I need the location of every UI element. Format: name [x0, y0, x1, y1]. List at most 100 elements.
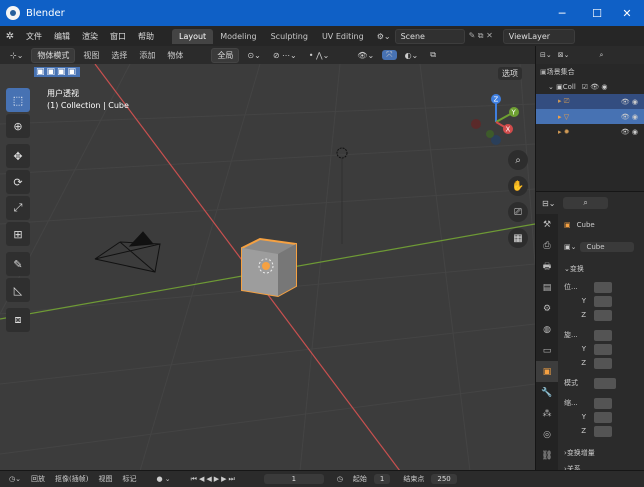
- location-y-field[interactable]: [594, 295, 612, 307]
- rotate-tool[interactable]: ⟳: [6, 170, 30, 194]
- cube-object[interactable]: [241, 237, 297, 298]
- collection-tab-icon[interactable]: ▭: [536, 340, 558, 361]
- location-z-field[interactable]: [594, 309, 612, 321]
- menu-help[interactable]: 帮助: [132, 31, 160, 42]
- add-cube-tool[interactable]: ⧈: [6, 308, 30, 332]
- modifier-tab-icon[interactable]: 🔧: [536, 382, 558, 403]
- gizmo-toggle-icon[interactable]: ⤧: [382, 50, 397, 60]
- proportional-edit-icon[interactable]: • ⋀⌄: [305, 51, 334, 60]
- playback-controls[interactable]: ⏮◀◀▶▶⏭: [188, 475, 240, 484]
- minimize-button[interactable]: ─: [545, 0, 579, 26]
- outliner-editor-icon[interactable]: ⊟⌄: [540, 51, 552, 59]
- light-visibility-icon[interactable]: 👁 ◉: [621, 128, 638, 136]
- playback-menu[interactable]: 回放: [28, 474, 48, 484]
- scene-tab-icon[interactable]: ⚙: [536, 298, 558, 319]
- rotation-x-field[interactable]: [594, 329, 612, 341]
- blender-menu-icon[interactable]: ✲: [0, 31, 20, 42]
- horizontal-separator[interactable]: [536, 191, 644, 192]
- view-layer-selector[interactable]: ViewLayer: [502, 28, 575, 44]
- snap-icon[interactable]: ⊘ ⋯⌄: [269, 51, 301, 60]
- menu-window[interactable]: 窗口: [104, 31, 132, 42]
- overlay-icon[interactable]: ◐⌄: [401, 51, 423, 60]
- rotation-y-field[interactable]: [594, 343, 612, 355]
- marker-menu[interactable]: 标记: [119, 474, 139, 484]
- menu-render[interactable]: 渲染: [76, 31, 104, 42]
- clock-icon[interactable]: ◷: [334, 475, 346, 483]
- timeline-view-menu[interactable]: 视图: [95, 474, 115, 484]
- output-tab-icon[interactable]: 🖶: [536, 256, 558, 277]
- scale-y-field[interactable]: [594, 411, 612, 423]
- camera-view-icon[interactable]: ⎚: [508, 202, 528, 222]
- menu-view[interactable]: 视图: [79, 50, 103, 61]
- cursor-tool[interactable]: ⊕: [6, 114, 30, 138]
- navigation-gizmo[interactable]: Z Y X: [466, 92, 526, 152]
- scene-icon[interactable]: ⚙⌄: [377, 32, 391, 41]
- tab-uv-editing[interactable]: UV Editing: [315, 29, 371, 44]
- perspective-grid-icon[interactable]: ▦: [508, 228, 528, 248]
- visibility-icon[interactable]: 👁⌄: [353, 51, 378, 60]
- outliner-collection[interactable]: ⌄ ▣ Coll ☑ 👁 ◉: [536, 79, 644, 94]
- object-name-field[interactable]: Cube: [580, 242, 635, 252]
- end-frame-field[interactable]: 250: [431, 474, 457, 484]
- options-dropdown[interactable]: 选项: [498, 67, 522, 80]
- menu-add[interactable]: 添加: [135, 50, 159, 61]
- outliner-item-cube[interactable]: ▸ ▽ 👁 ◉: [536, 109, 644, 124]
- outliner-item-camera[interactable]: ▸ ⎚ 👁 ◉: [536, 94, 644, 109]
- camera-object[interactable]: [94, 231, 161, 273]
- select-box-tool[interactable]: ⬚: [6, 88, 30, 112]
- move-tool[interactable]: ✥: [6, 144, 30, 168]
- scale-tool[interactable]: ⤢: [6, 196, 30, 220]
- timeline-separator[interactable]: [0, 470, 644, 471]
- select-mode-icons[interactable]: ▣▣▣▣: [34, 67, 81, 77]
- render-tab-icon[interactable]: ⎙: [536, 235, 558, 256]
- tab-modeling[interactable]: Modeling: [213, 29, 263, 44]
- rotation-mode-dropdown[interactable]: [594, 377, 616, 389]
- transform-tool[interactable]: ⊞: [6, 222, 30, 246]
- datablock-icon[interactable]: ▣⌄: [564, 243, 576, 251]
- cube-visibility-icon[interactable]: 👁 ◉: [621, 113, 638, 121]
- scale-z-field[interactable]: [594, 425, 612, 437]
- scale-x-field[interactable]: [594, 397, 612, 409]
- record-icon[interactable]: ● ⌄: [153, 475, 173, 483]
- keying-menu[interactable]: 抠像(插帧): [52, 474, 91, 484]
- close-button[interactable]: ✕: [610, 0, 644, 26]
- physics-tab-icon[interactable]: ◎: [536, 424, 558, 445]
- tab-sculpting[interactable]: Sculpting: [264, 29, 315, 44]
- properties-search-icon[interactable]: ⌕: [563, 197, 608, 209]
- rotation-z-field[interactable]: [594, 357, 612, 369]
- vertical-separator[interactable]: [535, 46, 536, 471]
- transform-section-header[interactable]: ⌄ 变换: [564, 262, 644, 276]
- menu-select[interactable]: 选择: [107, 50, 131, 61]
- filter-icon[interactable]: ⊠⌄: [558, 51, 570, 59]
- menu-file[interactable]: 文件: [20, 31, 48, 42]
- outliner-scene-collection[interactable]: ▣ 场景集合: [536, 64, 644, 79]
- transform-orientation-selector[interactable]: 全局: [211, 47, 240, 63]
- scene-selector[interactable]: Scene: [394, 28, 465, 44]
- annotate-tool[interactable]: ✎: [6, 252, 30, 276]
- tool-tab-icon[interactable]: ⚒: [536, 214, 558, 235]
- properties-editor-icon[interactable]: ⊟⌄: [542, 199, 555, 208]
- menu-object[interactable]: 物体: [163, 50, 187, 61]
- current-frame-field[interactable]: 1: [263, 474, 324, 484]
- view-layer-tab-icon[interactable]: ▤: [536, 277, 558, 298]
- pan-hand-icon[interactable]: ✋: [508, 176, 528, 196]
- menu-edit[interactable]: 编辑: [48, 31, 76, 42]
- 3d-viewport[interactable]: ▣▣▣▣ 选项 Z Y X: [0, 64, 535, 471]
- tab-layout[interactable]: Layout: [172, 28, 214, 44]
- start-frame-field[interactable]: 1: [373, 474, 391, 484]
- measure-tool[interactable]: ◺: [6, 278, 30, 302]
- xray-icon[interactable]: ⧉: [426, 50, 440, 60]
- mode-selector[interactable]: 物体模式: [31, 47, 76, 63]
- camera-visibility-icon[interactable]: 👁 ◉: [621, 98, 638, 106]
- outliner-search-icon[interactable]: ⌕: [599, 51, 603, 60]
- world-tab-icon[interactable]: ◍: [536, 319, 558, 340]
- checkbox-icon[interactable]: ☑ 👁 ◉: [582, 83, 608, 91]
- pivot-icon[interactable]: ⊙⌄: [243, 51, 264, 60]
- delta-transform-section[interactable]: › 变换增量: [564, 446, 644, 460]
- editor-type-icon[interactable]: ⊹⌄: [6, 51, 27, 60]
- light-object[interactable]: [336, 147, 348, 244]
- constraints-tab-icon[interactable]: ⛓: [536, 445, 558, 466]
- particles-tab-icon[interactable]: ⁂: [536, 403, 558, 424]
- location-x-field[interactable]: [594, 281, 612, 293]
- maximize-button[interactable]: ☐: [580, 0, 614, 26]
